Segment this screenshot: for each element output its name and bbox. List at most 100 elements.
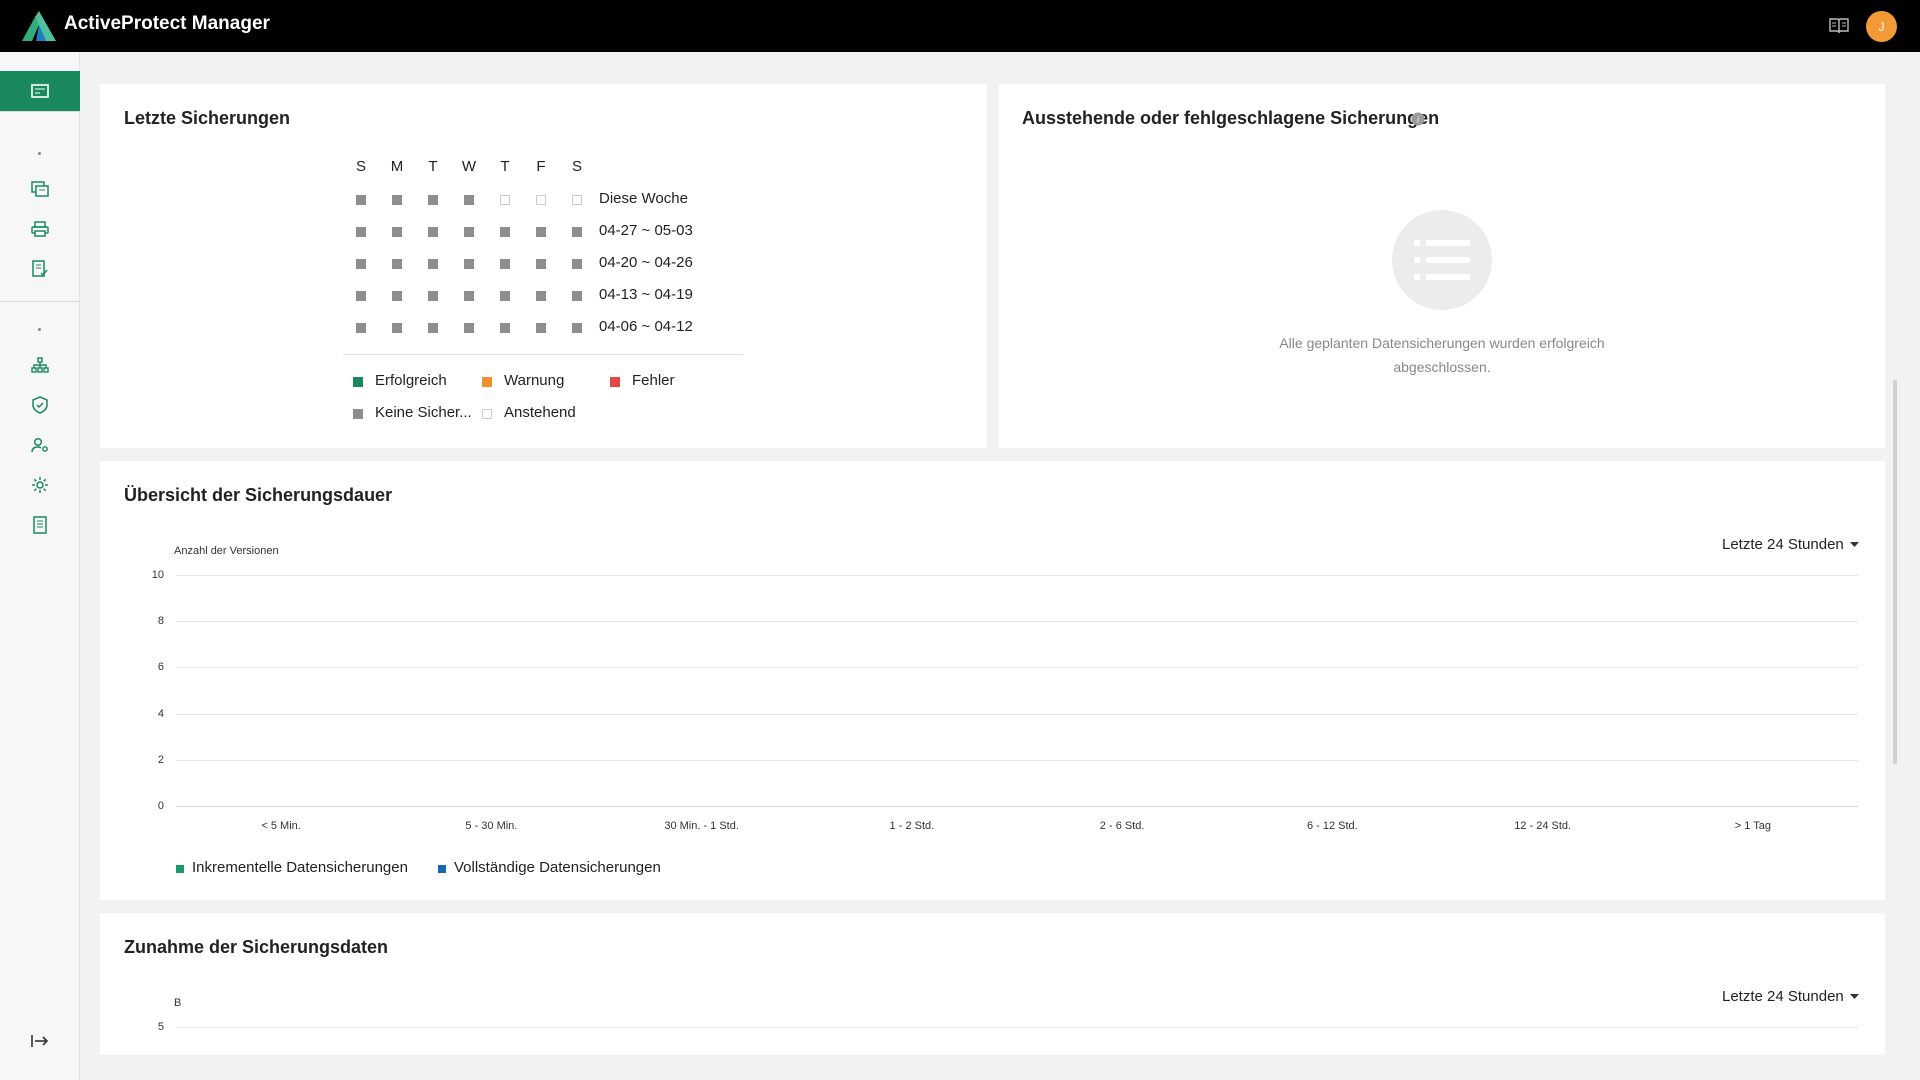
- calendar-cell: [500, 195, 510, 205]
- legend-label: Warnung: [504, 372, 565, 389]
- sidebar-item-logs[interactable]: [0, 505, 80, 545]
- calendar-cell: [428, 291, 438, 301]
- sidebar-item-topology[interactable]: [0, 345, 80, 385]
- growth-y-tick: 5: [157, 1021, 164, 1033]
- legend-label: Anstehend: [504, 404, 576, 421]
- chart-y-tick: 8: [157, 615, 164, 628]
- chart-x-tick: 30 Min. - 1 Std.: [664, 820, 739, 832]
- chart-x-tick: 6 - 12 Std.: [1306, 820, 1358, 832]
- legend-label: Erfolgreich: [375, 372, 447, 389]
- chart-x-tick: 2 - 6 Std.: [1099, 820, 1145, 832]
- duration-range-select[interactable]: Letzte 24 Stunden: [1722, 536, 1859, 553]
- pending-empty-message: Alle geplanten Datensicherungen wurden e…: [1279, 335, 1605, 375]
- sidebar-item-devices[interactable]: [0, 209, 80, 249]
- info-icon[interactable]: i: [1411, 112, 1425, 126]
- chart-y-tick: 10: [151, 569, 164, 581]
- sidebar-item-settings[interactable]: [0, 465, 80, 505]
- chart-gridline: [176, 713, 1858, 715]
- shield-icon: [32, 396, 48, 414]
- pending-backups-title: Ausstehende oder fehlgeschlagene Sicheru…: [1022, 108, 1440, 128]
- log-icon: [33, 516, 47, 534]
- calendar-cell: [500, 259, 510, 269]
- help-book-icon[interactable]: [1828, 16, 1850, 36]
- recent-backups-title: Letzte Sicherungen: [124, 108, 291, 128]
- sidebar-item-dashboard[interactable]: [0, 71, 80, 111]
- chart-gridline: [176, 575, 1858, 576]
- calendar-day-header: S: [355, 158, 366, 175]
- chart-x-tick: > 1 Tag: [1734, 820, 1771, 832]
- legend-swatch: [438, 865, 446, 873]
- calendar-day-header: T: [500, 158, 510, 175]
- sidebar-collapse-button[interactable]: [0, 1021, 80, 1061]
- app-logo-icon: [22, 11, 56, 41]
- caret-down-icon: [1849, 994, 1859, 999]
- calendar-day-header: F: [536, 158, 546, 175]
- calendar-cell: [572, 259, 582, 269]
- calendar-cell: [500, 323, 510, 333]
- chart-y-tick: 4: [157, 707, 164, 720]
- calendar-cell: [572, 323, 582, 333]
- calendar-cell: [572, 195, 582, 205]
- duration-overview-title: Übersicht der Sicherungsdauer: [124, 485, 393, 505]
- page-scrollbar[interactable]: [1893, 380, 1897, 764]
- duration-overview-card: Übersicht der Sicherungsdauer: [100, 461, 1885, 900]
- chart-x-tick: 12 - 24 Std.: [1514, 820, 1572, 832]
- calendar-day-header: T: [428, 158, 438, 175]
- chart-x-tick: 1 - 2 Std.: [889, 820, 935, 832]
- data-growth-card: Zunahme der Sicherungsdaten: [100, 913, 1885, 1055]
- user-avatar[interactable]: J: [1866, 11, 1897, 42]
- calendar-cell: [536, 323, 546, 333]
- legend-swatch: [353, 409, 363, 419]
- sidebar-item-security[interactable]: [0, 385, 80, 425]
- calendar-cell: [356, 227, 366, 237]
- chart-y-tick: 6: [157, 661, 164, 674]
- legend-label: Keine Sicher...: [375, 404, 472, 421]
- calendar-cell: [392, 227, 402, 237]
- sidebar-item-users[interactable]: [0, 425, 80, 465]
- chart-gridline: [176, 621, 1858, 623]
- calendar-row-label: Diese Woche: [599, 190, 688, 207]
- legend-swatch: [610, 377, 620, 387]
- duration-y-axis-label: Anzahl der Versionen: [174, 545, 279, 557]
- calendar-cell: [536, 195, 546, 205]
- sidebar-item-tasks[interactable]: [0, 249, 80, 289]
- sidebar: [0, 52, 80, 1080]
- empty-list-icon: [1392, 210, 1492, 310]
- calendar-cell: [464, 291, 474, 301]
- calendar-day-header: W: [461, 158, 477, 175]
- storage-icon: [31, 181, 49, 197]
- legend-label: Inkrementelle Datensicherungen: [192, 859, 408, 876]
- calendar-cell: [392, 259, 402, 269]
- calendar-cell: [428, 323, 438, 333]
- gear-icon: [32, 477, 48, 493]
- calendar-cell: [356, 323, 366, 333]
- calendar-day-header: S: [571, 158, 582, 175]
- legend-swatch: [482, 409, 492, 419]
- calendar-cell: [464, 227, 474, 237]
- calendar-row-label: 04-20 ~ 04-26: [599, 254, 693, 271]
- calendar-row-label: 04-06 ~ 04-12: [599, 318, 693, 335]
- task-list-icon: [32, 260, 48, 277]
- chart-y-tick: 0: [157, 800, 164, 812]
- chart-x-tick: 5 - 30 Min.: [465, 820, 518, 832]
- calendar-cell: [392, 291, 402, 301]
- legend-swatch: [482, 377, 492, 387]
- calendar-day-header: M: [390, 158, 404, 175]
- topology-icon: [31, 357, 49, 373]
- calendar-cell: [428, 259, 438, 269]
- calendar-row-label: 04-27 ~ 05-03: [599, 222, 693, 239]
- calendar-cell: [356, 259, 366, 269]
- calendar-cell: [464, 195, 474, 205]
- calendar-cell: [356, 291, 366, 301]
- sidebar-item-storage[interactable]: [0, 169, 80, 209]
- user-settings-icon: [31, 437, 48, 453]
- calendar-cell: [572, 227, 582, 237]
- calendar-cell: [464, 323, 474, 333]
- growth-y-axis-label: B: [174, 997, 182, 1009]
- growth-range-select[interactable]: Letzte 24 Stunden: [1722, 988, 1859, 1005]
- caret-down-icon: [1849, 542, 1859, 547]
- calendar-cell: [428, 227, 438, 237]
- calendar-cell: [464, 259, 474, 269]
- chart-gridline: [176, 759, 1858, 761]
- chart-y-tick: 2: [157, 753, 164, 766]
